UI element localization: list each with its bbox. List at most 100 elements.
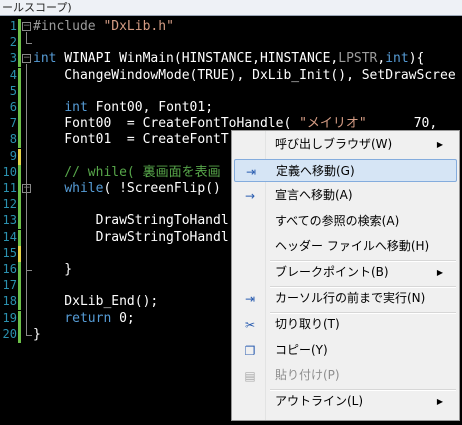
menu-item[interactable]: ▤ 貼り付け(P)	[234, 364, 457, 387]
menu-item-label: 貼り付け(P)	[275, 368, 340, 382]
code-line[interactable]: 2	[0, 35, 462, 52]
submenu-arrow-icon: ▶	[436, 140, 443, 149]
menu-item[interactable]: → 宣言へ移動(A)	[234, 184, 457, 207]
line-number: 4	[9, 67, 17, 82]
line-number: 13	[2, 213, 17, 228]
menu-item[interactable]: ヘッダー ファイルへ移動(H)	[234, 235, 457, 258]
line-number: 12	[2, 197, 17, 212]
change-marker	[18, 100, 21, 116]
change-marker	[18, 19, 21, 35]
code-line[interactable]: 4 ChangeWindowMode(TRUE), DxLib_Init(), …	[0, 67, 462, 84]
line-number: 14	[2, 229, 17, 244]
code-token: int	[64, 100, 88, 115]
change-marker	[18, 116, 21, 133]
code-line[interactable]: 7 Font00 = CreateFontToHandle( "メイリオ" 70…	[0, 116, 462, 133]
change-marker	[18, 262, 21, 278]
change-marker	[18, 326, 21, 343]
change-marker	[18, 197, 21, 214]
code-token: int	[385, 51, 409, 67]
change-marker	[18, 213, 21, 230]
change-marker	[18, 229, 21, 246]
code-token: #include	[33, 19, 104, 34]
code-token: ChangeWindowMode(TRUE), DxLib_Init(), Se…	[33, 67, 456, 83]
code-text: return 0;	[33, 310, 135, 326]
menu-item-label: ヘッダー ファイルへ移動(H)	[275, 239, 430, 253]
line-number: 10	[2, 164, 17, 179]
code-token: Font01 = CreateFontT	[33, 132, 229, 148]
menu-item[interactable]: アウトライン(L) ▶	[234, 390, 457, 413]
change-marker	[18, 35, 21, 52]
line-number: 6	[9, 100, 17, 114]
code-token: LPSTR	[338, 51, 378, 67]
change-marker	[18, 181, 21, 197]
line-number: 9	[9, 148, 17, 163]
submenu-arrow-icon: ▶	[436, 397, 443, 406]
change-marker	[18, 245, 21, 262]
menu-item-label: 宣言へ移動(A)	[275, 188, 353, 202]
fold-guide	[26, 194, 27, 270]
run-to-cursor-icon: ⇥	[244, 292, 256, 306]
menu-item[interactable]: ⇥ 定義へ移動(G)	[234, 158, 457, 182]
menu-item-label: コピー(Y)	[275, 342, 328, 357]
menu-item[interactable]: 呼び出しブラウザ(W) ▶	[234, 133, 457, 156]
menu-item[interactable]: ブレークポイント(B) ▶	[234, 261, 457, 284]
line-number: 18	[2, 294, 17, 309]
menu-item-label: 呼び出しブラウザ(W)	[275, 137, 393, 151]
code-line[interactable]: 6 int Font00, Font01;	[0, 100, 462, 116]
code-line[interactable]: 1− #include "DxLib.h"	[0, 19, 462, 35]
line-number: 20	[2, 326, 17, 341]
code-line[interactable]: 3− int WINAPI WinMain(HINSTANCE,HINSTANCE…	[0, 51, 462, 68]
go-to-declaration-icon: →	[244, 189, 256, 203]
go-to-definition-icon: ⇥	[245, 164, 257, 179]
code-token: 0;	[111, 310, 135, 326]
code-line[interactable]: 5	[0, 83, 462, 100]
code-token: 70,	[366, 116, 438, 132]
context-menu: 呼び出しブラウザ(W) ▶ ⇥ 定義へ移動(G) → 宣言へ移動(A) すべての参照の検索(…	[231, 130, 460, 421]
code-token: "メイリオ"	[299, 116, 367, 132]
copy-icon: ❐	[244, 343, 256, 358]
window-title: ールスコープ)	[2, 1, 72, 14]
code-text: int WINAPI WinMain(HINSTANCE,HINSTANCE,L…	[33, 51, 424, 66]
code-token: // while( 裏画面を表画	[33, 164, 221, 180]
code-text: Font00 = CreateFontToHandle( "メイリオ" 70,	[33, 116, 437, 131]
change-marker	[18, 148, 21, 165]
menu-item[interactable]: すべての参照の検索(A)	[234, 210, 457, 233]
code-token: DrawStringToHandl	[33, 229, 229, 245]
code-token: DxLib_End();	[33, 294, 159, 310]
change-marker	[18, 164, 21, 181]
code-text: }	[33, 327, 41, 342]
line-number: 19	[2, 310, 17, 325]
window-title-bar: ールスコープ)	[0, 0, 462, 16]
code-text: DrawStringToHandl	[33, 213, 229, 228]
code-text: // while( 裏画面を表画	[33, 164, 221, 180]
menu-item[interactable]: ⇥ カーソル行の前まで実行(N)	[234, 287, 457, 310]
change-marker	[18, 51, 21, 68]
code-text: ChangeWindowMode(TRUE), DxLib_Init(), Se…	[33, 67, 456, 83]
code-text: while( !ScreenFlip()	[33, 181, 221, 196]
change-marker	[18, 83, 21, 100]
line-number: 1	[9, 19, 17, 33]
line-number: 11	[2, 181, 17, 195]
code-token: ){	[408, 51, 425, 67]
change-marker	[18, 294, 21, 311]
code-token: while	[64, 181, 104, 196]
menu-item[interactable]: ✂ 切り取り(T)	[234, 313, 457, 336]
change-marker	[18, 67, 21, 84]
submenu-arrow-icon: ▶	[436, 268, 443, 277]
code-token: return	[64, 310, 112, 326]
code-text: DrawStringToHandl	[33, 230, 229, 245]
code-token: Font00, Font01;	[87, 100, 214, 115]
line-number: 2	[9, 35, 17, 50]
line-number: 17	[2, 278, 17, 293]
code-text: }	[33, 262, 72, 277]
code-token: ( !ScreenFlip()	[103, 181, 221, 196]
scissors-icon: ✂	[244, 318, 256, 332]
code-token: Font00 = CreateFontToHandle(	[33, 116, 300, 132]
menu-item[interactable]: ❐ コピー(Y)	[234, 339, 457, 362]
menu-item-label: アウトライン(L)	[275, 394, 364, 408]
line-number: 3	[9, 51, 17, 66]
code-token: DrawStringToHandl	[33, 213, 229, 229]
paste-icon: ▤	[244, 369, 256, 383]
